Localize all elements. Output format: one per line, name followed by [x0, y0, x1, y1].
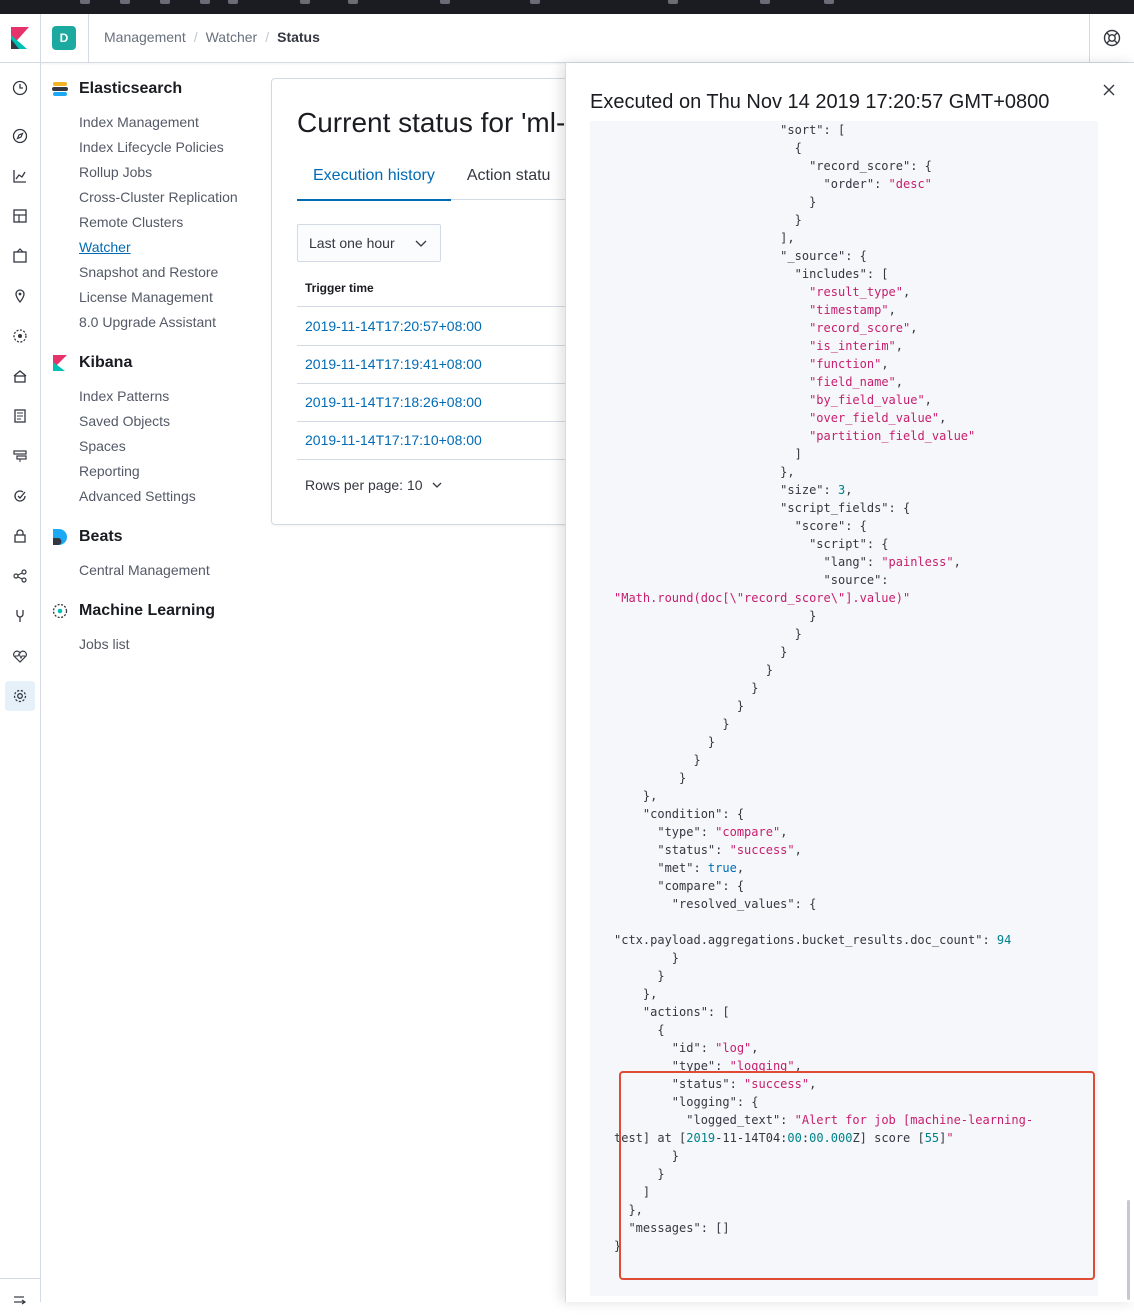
- management-sidebar: Elasticsearch Index Management Index Lif…: [52, 78, 262, 657]
- header-divider: [1089, 14, 1090, 62]
- sidebar-group-machine-learning: Machine Learning Jobs list: [52, 600, 262, 657]
- breadcrumb-separator: /: [265, 29, 270, 45]
- help-lifebuoy-icon: [1103, 29, 1121, 47]
- page-title: Current status for 'ml-r: [297, 107, 575, 138]
- beats-logo-icon: [52, 529, 68, 545]
- tab-action-statuses[interactable]: Action statu: [451, 161, 567, 199]
- help-menu-button[interactable]: [1102, 28, 1122, 48]
- sidebar-item-cross-cluster-replication[interactable]: Cross-Cluster Replication: [52, 185, 262, 210]
- header-divider: [88, 14, 89, 62]
- breadcrumb-status: Status: [277, 29, 320, 45]
- sidebar-group-title: Machine Learning: [79, 602, 216, 619]
- flyout-title: Executed on Thu Nov 14 2019 17:20:57 GMT…: [590, 91, 1050, 113]
- sidebar-item-license-management[interactable]: License Management: [52, 285, 262, 310]
- watch-status-panel: Current status for 'ml-r Execution histo…: [271, 78, 593, 525]
- sidebar-group-title: Kibana: [79, 354, 133, 371]
- kibana-logo-icon: [11, 27, 29, 49]
- sidebar-item-watcher[interactable]: Watcher: [52, 235, 262, 260]
- table-row[interactable]: 2019-11-14T17:17:10+08:00: [297, 422, 592, 460]
- sidebar-item-jobs-list[interactable]: Jobs list: [52, 632, 262, 657]
- tab-execution-history[interactable]: Execution history: [297, 161, 451, 201]
- sidebar-item-central-management[interactable]: Central Management: [52, 558, 262, 583]
- elasticsearch-logo-icon: [52, 81, 68, 97]
- canvas-icon[interactable]: [5, 241, 35, 271]
- apm-icon[interactable]: [5, 441, 35, 471]
- management-gear-icon[interactable]: [5, 681, 35, 711]
- app-nav: [0, 63, 41, 1305]
- sidebar-item-remote-clusters[interactable]: Remote Clusters: [52, 210, 262, 235]
- sidebar-item-index-patterns[interactable]: Index Patterns: [52, 384, 262, 409]
- os-menu-strip: [0, 0, 1134, 14]
- space-avatar[interactable]: D: [52, 26, 76, 50]
- sidebar-item-upgrade-assistant[interactable]: 8.0 Upgrade Assistant: [52, 310, 262, 335]
- table-row[interactable]: 2019-11-14T17:20:57+08:00: [297, 308, 592, 346]
- uptime-icon[interactable]: [5, 481, 35, 511]
- monitoring-heartbeat-icon[interactable]: [5, 641, 35, 671]
- dev-tools-wrench-icon[interactable]: [5, 601, 35, 631]
- rows-per-page-button[interactable]: Rows per page: 10: [305, 477, 443, 493]
- siem-lock-icon[interactable]: [5, 521, 35, 551]
- infrastructure-icon[interactable]: [5, 361, 35, 391]
- breadcrumb-watcher[interactable]: Watcher: [206, 29, 258, 45]
- column-header-trigger-time[interactable]: Trigger time: [297, 279, 592, 307]
- rows-per-page-label: Rows per page: 10: [305, 477, 423, 493]
- kibana-small-logo-icon: [52, 355, 68, 371]
- sidebar-group-title: Beats: [79, 528, 123, 545]
- recently-viewed-clock-icon[interactable]: [5, 73, 35, 103]
- sidebar-item-snapshot-and-restore[interactable]: Snapshot and Restore: [52, 260, 262, 285]
- code-content: "sort": [ { "record_score": { "order": "…: [614, 123, 1034, 1253]
- sidebar-item-rollup-jobs[interactable]: Rollup Jobs: [52, 160, 262, 185]
- sidebar-item-reporting[interactable]: Reporting: [52, 459, 262, 484]
- time-range-value: Last one hour: [309, 235, 395, 251]
- close-icon: [1103, 84, 1115, 96]
- execution-detail-flyout: Executed on Thu Nov 14 2019 17:20:57 GMT…: [565, 63, 1134, 1302]
- graph-icon[interactable]: [5, 561, 35, 591]
- discover-compass-icon[interactable]: [5, 121, 35, 151]
- table-row[interactable]: 2019-11-14T17:18:26+08:00: [297, 384, 592, 422]
- time-range-select[interactable]: Last one hour: [297, 224, 441, 262]
- status-tabs: Execution history Action statu: [297, 161, 592, 201]
- maps-icon[interactable]: [5, 281, 35, 311]
- sidebar-group-elasticsearch: Elasticsearch Index Management Index Lif…: [52, 78, 262, 335]
- sidebar-group-title: Elasticsearch: [79, 80, 183, 97]
- table-row[interactable]: 2019-11-14T17:19:41+08:00: [297, 346, 592, 384]
- machine-learning-icon[interactable]: [5, 321, 35, 351]
- dashboard-icon[interactable]: [5, 201, 35, 231]
- nav-divider: [0, 1278, 40, 1279]
- dock-navigation-icon[interactable]: [5, 1285, 35, 1315]
- sidebar-item-advanced-settings[interactable]: Advanced Settings: [52, 484, 262, 509]
- chevron-down-icon: [415, 240, 427, 247]
- execution-json-code-block[interactable]: "sort": [ { "record_score": { "order": "…: [590, 121, 1098, 1296]
- sidebar-group-beats: Beats Central Management: [52, 526, 262, 583]
- sidebar-item-saved-objects[interactable]: Saved Objects: [52, 409, 262, 434]
- scrollbar[interactable]: [1127, 1200, 1130, 1300]
- sidebar-item-index-lifecycle-policies[interactable]: Index Lifecycle Policies: [52, 135, 262, 160]
- top-header: D Management / Watcher / Status: [0, 14, 1134, 63]
- kibana-logo[interactable]: [0, 14, 41, 62]
- visualize-icon[interactable]: [5, 161, 35, 191]
- chevron-down-icon: [432, 482, 441, 488]
- close-button[interactable]: [1102, 83, 1116, 97]
- breadcrumb-separator: /: [193, 29, 198, 45]
- sidebar-item-index-management[interactable]: Index Management: [52, 110, 262, 135]
- machine-learning-logo-icon: [52, 603, 68, 619]
- sidebar-group-kibana: Kibana Index Patterns Saved Objects Spac…: [52, 352, 262, 509]
- breadcrumb: Management / Watcher / Status: [104, 29, 320, 45]
- logs-icon[interactable]: [5, 401, 35, 431]
- breadcrumb-management[interactable]: Management: [104, 29, 186, 45]
- sidebar-item-spaces[interactable]: Spaces: [52, 434, 262, 459]
